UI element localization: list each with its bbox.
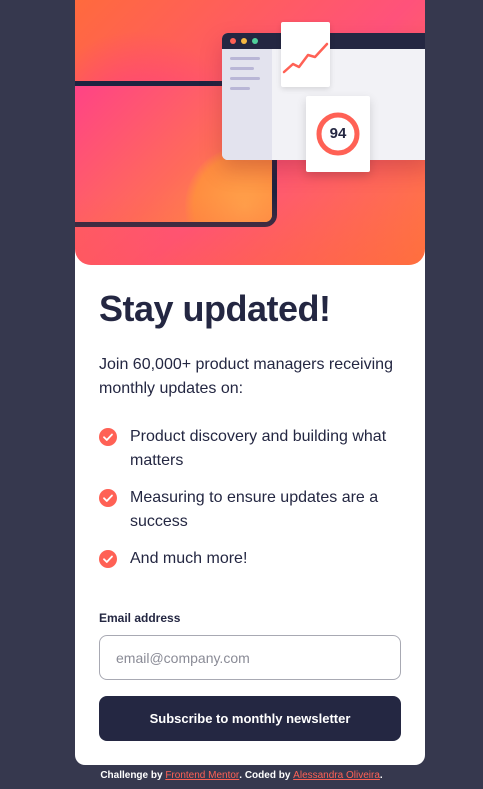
sidebar-line	[230, 87, 250, 90]
sidebar-line	[230, 57, 260, 60]
page-title: Stay updated!	[99, 288, 331, 329]
benefit-text: And much more!	[130, 550, 248, 567]
check-icon	[99, 550, 117, 568]
sidebar-line	[230, 77, 260, 80]
window-dot-green-icon	[252, 38, 258, 44]
benefit-item: And much more!	[99, 547, 399, 571]
subscribe-button[interactable]: Subscribe to monthly newsletter	[99, 696, 401, 741]
check-icon	[99, 428, 117, 446]
benefit-text: Product discovery and building what matt…	[130, 428, 387, 469]
benefit-item: Measuring to ensure updates are a succes…	[99, 486, 399, 534]
attribution-coded-prefix: . Coded by	[239, 770, 294, 781]
email-label: Email address	[99, 611, 181, 625]
attribution-challenge-prefix: Challenge by	[100, 770, 166, 781]
hero-illustration: 94	[75, 0, 425, 265]
window-dot-yellow-icon	[241, 38, 247, 44]
score-card: 94	[306, 96, 370, 172]
trend-graph-card	[281, 22, 330, 87]
frontend-mentor-link[interactable]: Frontend Mentor	[165, 770, 239, 781]
benefit-item: Product discovery and building what matt…	[99, 425, 399, 473]
hero-shade	[75, 195, 425, 265]
attribution: Challenge by Frontend Mentor. Coded by A…	[0, 770, 483, 781]
newsletter-card: 94 Stay updated! Join 60,000+ product ma…	[75, 0, 425, 765]
browser-sidebar	[222, 49, 272, 160]
sidebar-line	[230, 67, 254, 70]
check-icon	[99, 489, 117, 507]
intro-text: Join 60,000+ product managers receiving …	[99, 356, 393, 397]
window-dot-red-icon	[230, 38, 236, 44]
attribution-suffix: .	[379, 770, 383, 781]
author-link[interactable]: Alessandra Oliveira	[293, 770, 380, 781]
trend-line-icon	[282, 42, 329, 74]
email-input[interactable]	[99, 635, 401, 680]
benefit-text: Measuring to ensure updates are a succes…	[130, 489, 379, 530]
score-value: 94	[329, 125, 347, 142]
benefits-list: Product discovery and building what matt…	[99, 425, 399, 584]
